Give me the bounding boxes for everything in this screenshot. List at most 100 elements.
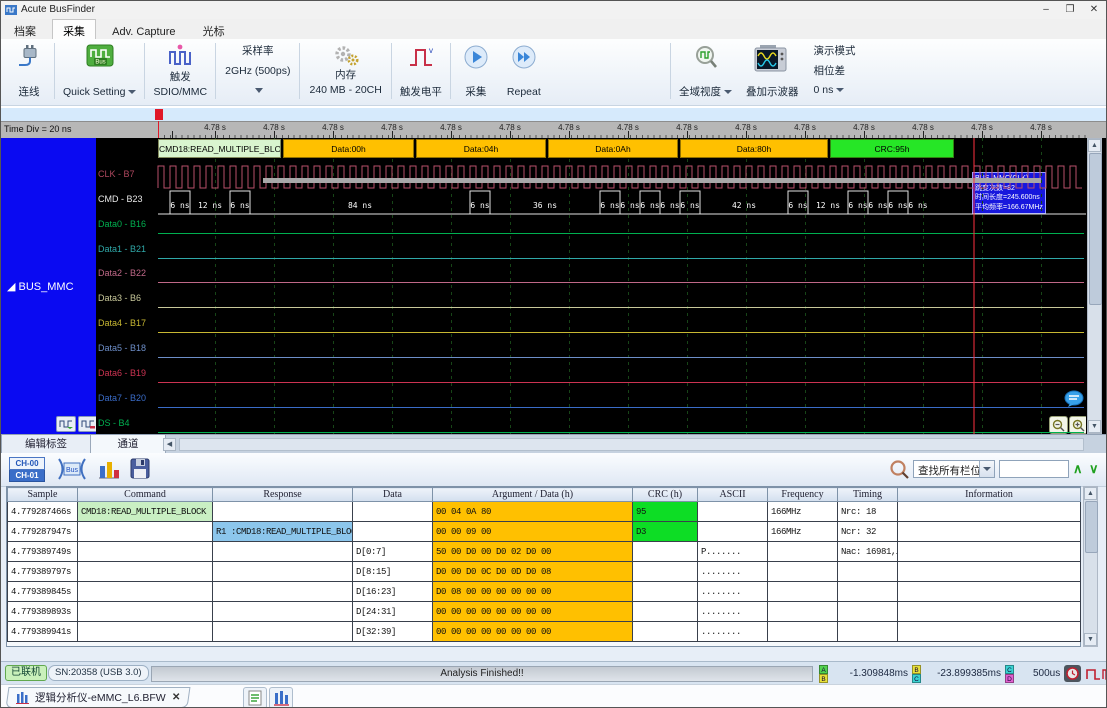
ribbon-toolbar: 连线 Bus Quick Setting 触发 SDIO/MMC xyxy=(1,39,1107,106)
connect-button[interactable]: 连线 xyxy=(5,41,53,101)
dropdown-button[interactable] xyxy=(979,461,994,477)
pulse-view-button[interactable] xyxy=(1085,665,1102,682)
channel-label[interactable]: DS - B4 xyxy=(98,418,130,428)
clock-button[interactable] xyxy=(1064,665,1081,682)
search-next-button[interactable]: ∨ xyxy=(1089,460,1099,478)
column-header[interactable]: CRC (h) xyxy=(633,488,698,502)
cell-freq xyxy=(768,542,838,562)
channel-label[interactable]: Data3 - B6 xyxy=(98,293,141,303)
pulse-train-button[interactable] xyxy=(1102,665,1107,682)
channel-label[interactable]: CLK - B7 xyxy=(98,169,135,179)
search-field-value: 查找所有栏位 xyxy=(918,463,981,478)
trigger-marker[interactable] xyxy=(155,109,163,120)
scrollbar-thumb[interactable] xyxy=(1089,153,1102,305)
overlay-scope-button[interactable]: 叠加示波器 xyxy=(739,41,806,101)
cell-arg: 50 00 D0 00 D0 02 D0 00 xyxy=(433,542,633,562)
channel-label[interactable]: Data0 - B16 xyxy=(98,219,146,229)
column-header[interactable]: Sample xyxy=(8,488,78,502)
bus-expand-icon[interactable]: ◢ xyxy=(7,281,15,293)
quick-setting-dropdown-icon xyxy=(128,90,136,94)
column-header[interactable]: Information xyxy=(898,488,1081,502)
pulse-icon xyxy=(1086,667,1101,681)
tab-edit-labels[interactable]: 编辑标签 xyxy=(1,435,91,454)
remove-waveform-button[interactable] xyxy=(78,416,98,432)
scroll-left-icon[interactable]: ◀ xyxy=(163,438,176,451)
cursor-pair-badge[interactable]: BC xyxy=(912,665,921,683)
cell-ascii xyxy=(698,522,768,542)
table-vertical-scrollbar[interactable]: ▲ ▼ xyxy=(1083,486,1098,647)
table-row[interactable]: 4.779389749sD[0:7]50 00 D0 00 D0 02 D0 0… xyxy=(8,542,1081,562)
sample-rate-title: 采样率 xyxy=(225,45,290,58)
table-row[interactable]: 4.779389845sD[16:23]D0 08 00 00 00 00 00… xyxy=(8,582,1081,602)
table-row[interactable]: 4.779287947sR1 :CMD18:READ_MULTIPLE_BLOC… xyxy=(8,522,1081,542)
scroll-down-icon[interactable]: ▼ xyxy=(1088,420,1101,433)
minimize-button[interactable]: – xyxy=(1034,1,1058,19)
cell-data xyxy=(353,522,433,542)
channel-label[interactable]: Data1 - B21 xyxy=(98,244,146,254)
waveform-vertical-scrollbar[interactable]: ▲ ▼ xyxy=(1087,138,1102,434)
scrollbar-thumb[interactable] xyxy=(1085,501,1098,553)
capture-button[interactable]: 采集 xyxy=(452,41,500,101)
tab-channel[interactable]: 通道 xyxy=(90,435,166,454)
waveform-horizontal-scrollbar[interactable] xyxy=(179,438,1084,451)
table-row[interactable]: 4.779389941sD[32:39]00 00 00 00 00 00 00… xyxy=(8,622,1081,642)
decode-table: SampleCommandResponseDataArgument / Data… xyxy=(7,487,1081,642)
search-field-dropdown[interactable]: 查找所有栏位 xyxy=(913,460,995,478)
quick-setting-button[interactable]: Bus Quick Setting xyxy=(56,41,143,101)
channel-label[interactable]: Data2 - B22 xyxy=(98,268,146,278)
table-row[interactable]: 4.779287466sCMD18:READ_MULTIPLE_BLOCK00 … xyxy=(8,502,1081,522)
add-waveform-button[interactable] xyxy=(56,416,76,432)
ribbon-separator xyxy=(670,43,671,99)
column-header[interactable]: Data xyxy=(353,488,433,502)
channel-label[interactable]: Data7 - B20 xyxy=(98,393,146,403)
column-header[interactable]: Argument / Data (h) xyxy=(433,488,633,502)
bus-group-panel[interactable]: ◢ BUS_MMC xyxy=(1,138,96,434)
search-input[interactable] xyxy=(999,460,1069,478)
save-button[interactable] xyxy=(129,457,151,481)
decode-list-pane: CH-00 CH-01 Bus xyxy=(1,453,1107,661)
column-header[interactable]: Command xyxy=(78,488,213,502)
channel-pair-button[interactable]: CH-00 CH-01 xyxy=(9,457,45,482)
cell-timing xyxy=(838,602,898,622)
cursor-pair-badge[interactable]: CD xyxy=(1005,665,1014,683)
cursor-pair-badge[interactable]: AB xyxy=(819,665,828,683)
ribbon-separator xyxy=(144,43,145,99)
column-header[interactable]: Response xyxy=(213,488,353,502)
repeat-button[interactable]: Repeat xyxy=(500,41,548,101)
file-tab-close-icon[interactable]: ✕ xyxy=(172,692,180,703)
search-prev-button[interactable]: ∧ xyxy=(1073,460,1083,478)
channel-label[interactable]: Data4 - B17 xyxy=(98,318,146,328)
new-waveform-view-button[interactable] xyxy=(269,687,293,708)
ruler[interactable]: Time Div = 20 ns 4.78 s4.78 s4.78 s4.78 … xyxy=(1,121,1107,139)
scroll-up-icon[interactable]: ▲ xyxy=(1088,139,1101,152)
table-header-row: SampleCommandResponseDataArgument / Data… xyxy=(8,488,1081,502)
global-view-button[interactable]: 全域视度 xyxy=(672,41,739,101)
column-header[interactable]: ASCII xyxy=(698,488,768,502)
trigger-sdio-mmc-button[interactable]: 触发 SDIO/MMC xyxy=(146,41,214,101)
statistics-chart-button[interactable] xyxy=(97,457,121,481)
column-header[interactable]: Frequency xyxy=(768,488,838,502)
cursor-strip[interactable] xyxy=(1,108,1107,121)
cell-freq xyxy=(768,602,838,622)
channel-label[interactable]: CMD - B23 xyxy=(98,194,143,204)
report-list-button[interactable] xyxy=(243,687,267,708)
table-row[interactable]: 4.779389797sD[8:15]D0 00 D0 0C D0 0D D0 … xyxy=(8,562,1081,582)
scroll-up-icon[interactable]: ▲ xyxy=(1084,487,1097,500)
sample-rate-control[interactable]: 采样率 2GHz (500ps) xyxy=(217,41,298,101)
column-header[interactable]: Timing xyxy=(838,488,898,502)
bus-decode-button[interactable]: Bus xyxy=(55,457,89,481)
phase-value-control[interactable]: 0 ns xyxy=(814,84,856,97)
channel-label[interactable]: Data5 - B18 xyxy=(98,343,146,353)
trigger-level-button[interactable]: v 触发电平 xyxy=(393,41,449,101)
file-tab[interactable]: 逻辑分析仪-eMMC_L6.BFW ✕ xyxy=(6,687,191,708)
channel-label[interactable]: Data6 - B19 xyxy=(98,368,146,378)
cell-ascii xyxy=(698,502,768,522)
table-row[interactable]: 4.779389893sD[24:31]00 00 00 00 00 00 00… xyxy=(8,602,1081,622)
quick-setting-label: Quick Setting xyxy=(63,86,125,98)
memory-control[interactable]: 内存 240 MB - 20CH xyxy=(301,41,389,101)
wave-plot[interactable]: BUS_MMC(CLK) 跳变次数=82 时间长度=245.600ns 平均频率… xyxy=(156,138,1086,434)
maximize-button[interactable]: ❐ xyxy=(1058,1,1082,19)
ruler-tick-label: 4.78 s xyxy=(1030,123,1052,132)
close-button[interactable]: ✕ xyxy=(1082,1,1106,19)
scroll-down-icon[interactable]: ▼ xyxy=(1084,633,1097,646)
